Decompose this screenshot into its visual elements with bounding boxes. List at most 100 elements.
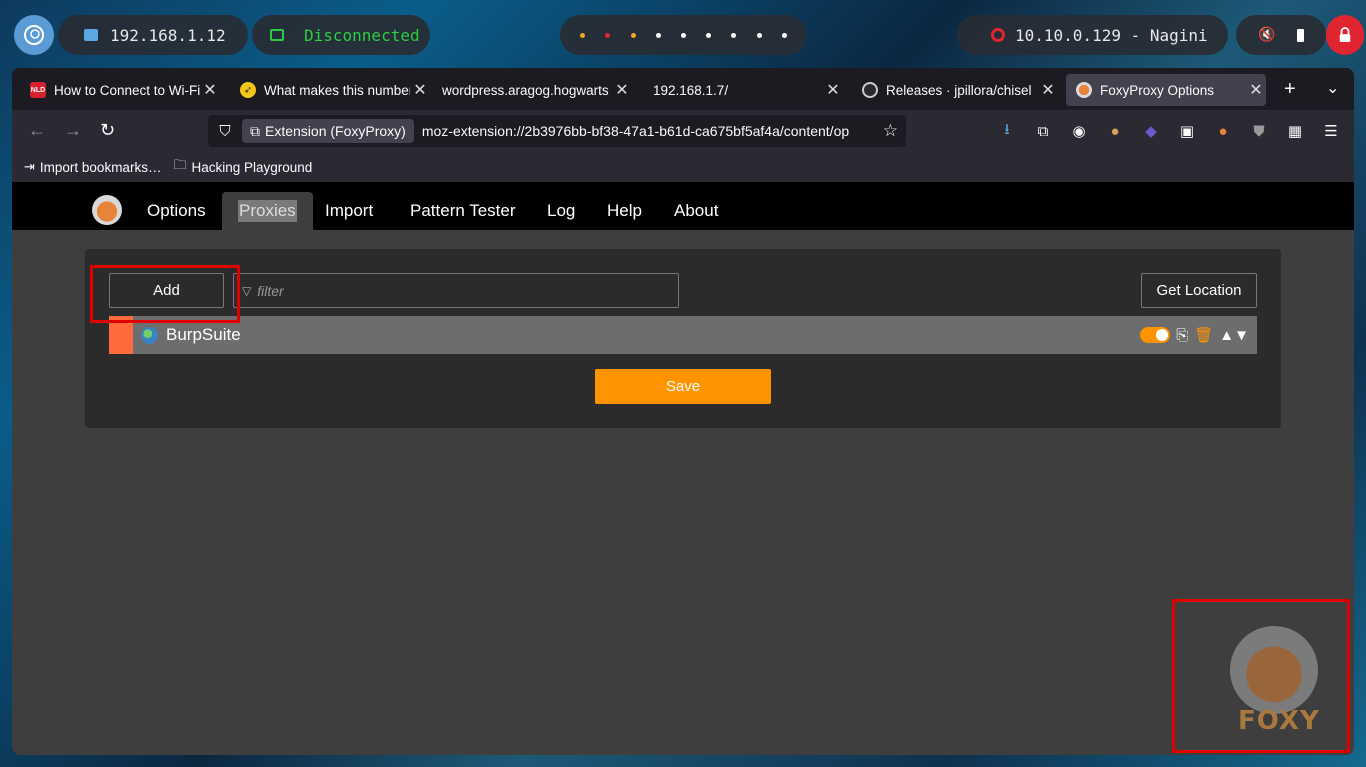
- ublock-icon[interactable]: ⛊: [1248, 120, 1270, 142]
- tab-title: What makes this number: [264, 82, 410, 98]
- close-icon[interactable]: ✕: [823, 80, 843, 100]
- foxyproxy-toolbar-icon[interactable]: ●: [1212, 120, 1234, 142]
- battery-icon[interactable]: [1296, 28, 1304, 42]
- network-icon: [84, 29, 98, 41]
- workspace-dot[interactable]: [756, 32, 762, 38]
- tab-title: Releases · jpillora/chisel: [886, 82, 1032, 98]
- workspace-dot[interactable]: [605, 32, 611, 38]
- tab-options[interactable]: Options: [131, 192, 222, 230]
- tab-wordpress[interactable]: wordpress.aragog.hogwarts ✕: [432, 74, 632, 106]
- tab-ip[interactable]: 192.168.1.7/ ✕: [643, 74, 843, 106]
- forward-icon[interactable]: →: [64, 120, 82, 141]
- distro-logo-icon[interactable]: [14, 15, 54, 55]
- tab-title: FoxyProxy Options: [1100, 82, 1215, 98]
- back-icon[interactable]: ←: [28, 120, 46, 141]
- download-icon[interactable]: ⭳: [996, 120, 1018, 142]
- save-button[interactable]: Save: [595, 369, 771, 404]
- tab-label: Proxies: [238, 200, 297, 222]
- navigation-toolbar: ← → ↻ ⛉ ⧉ Extension (FoxyProxy) moz-exte…: [12, 110, 1354, 152]
- vpn-status-widget: Disconnected: [252, 15, 430, 55]
- tab-label: Import: [325, 201, 374, 220]
- bookmark-hacking-playground[interactable]: 🗀 Hacking Playground: [173, 156, 312, 178]
- lock-icon: [1339, 27, 1351, 42]
- url-bar[interactable]: ⛉ ⧉ Extension (FoxyProxy) moz-extension:…: [208, 115, 906, 147]
- duplicate-icon[interactable]: ⎘: [1176, 327, 1188, 344]
- foxyproxy-icon: [1076, 82, 1092, 98]
- tab-help[interactable]: Help: [591, 192, 658, 230]
- tab-label: Log: [547, 201, 576, 220]
- reload-icon[interactable]: ↻: [100, 120, 115, 141]
- foxyproxy-nav: Options Proxies Import Pattern Tester Lo…: [12, 182, 1354, 230]
- workspace-dot[interactable]: [655, 32, 661, 38]
- browser-window: NLD How to Connect to Wi-Fi ✕ ➶ What mak…: [12, 68, 1354, 755]
- tab-chisel[interactable]: Releases · jpillora/chisel ✕: [852, 74, 1058, 106]
- workspace-switcher[interactable]: [560, 15, 807, 55]
- puzzle-icon: ⧉: [250, 122, 260, 139]
- wappalyzer-icon[interactable]: ◆: [1140, 120, 1162, 142]
- proxy-row[interactable]: BurpSuite ⎘ 🗑 ▲ ▼: [109, 316, 1257, 354]
- filter-icon: ▽: [242, 283, 252, 298]
- workspace-dot[interactable]: [781, 32, 787, 38]
- lock-screen-button[interactable]: [1326, 15, 1364, 55]
- bookmark-import[interactable]: ⇥ Import bookmarks…: [24, 159, 161, 175]
- user-agent-icon[interactable]: ▣: [1176, 120, 1198, 142]
- folder-icon: 🗀: [173, 157, 187, 172]
- get-location-button[interactable]: Get Location: [1141, 273, 1257, 308]
- tab-title: wordpress.aragog.hogwarts: [442, 82, 609, 98]
- url-text[interactable]: moz-extension://2b3976bb-bf38-47a1-b61d-…: [422, 123, 872, 139]
- system-tray[interactable]: 🔇: [1236, 15, 1326, 55]
- workspace-dot[interactable]: [580, 32, 586, 38]
- hacktools-icon[interactable]: ◉: [1068, 120, 1090, 142]
- chevron-down-icon[interactable]: ⌄: [1326, 78, 1339, 98]
- extensions-icon[interactable]: ⧉: [1032, 120, 1054, 142]
- import-icon: ⇥: [24, 159, 35, 174]
- close-icon[interactable]: ✕: [1038, 80, 1058, 100]
- extension-identity-chip[interactable]: ⧉ Extension (FoxyProxy): [242, 119, 414, 143]
- move-up-icon[interactable]: ▲: [1219, 327, 1234, 344]
- target-text: 10.10.0.129 - Nagini: [1015, 25, 1208, 45]
- volume-muted-icon[interactable]: 🔇: [1258, 27, 1275, 43]
- bookmark-label: Hacking Playground: [191, 159, 313, 175]
- annotation-highlight-add: [90, 265, 240, 323]
- workspace-dot[interactable]: [680, 32, 686, 38]
- filter-box[interactable]: ▽: [233, 273, 679, 308]
- target-widget: 10.10.0.129 - Nagini: [957, 15, 1228, 55]
- workspace-dot[interactable]: [706, 32, 712, 38]
- tab-log[interactable]: Log: [531, 192, 591, 230]
- menu-icon[interactable]: ☰: [1320, 120, 1342, 142]
- move-down-icon[interactable]: ▼: [1234, 327, 1249, 344]
- tab-proxies[interactable]: Proxies: [222, 192, 313, 230]
- filter-input[interactable]: [257, 282, 658, 299]
- local-ip-text: 192.168.1.12: [110, 25, 226, 45]
- close-icon[interactable]: ✕: [410, 80, 430, 100]
- extension-chip-label: Extension (FoxyProxy): [265, 123, 406, 139]
- delete-icon[interactable]: 🗑: [1194, 326, 1213, 344]
- close-icon[interactable]: ✕: [1246, 80, 1266, 100]
- proxy-title: BurpSuite: [166, 325, 241, 344]
- laptop-icon: [270, 29, 284, 41]
- tab-number[interactable]: ➶ What makes this number ✕: [230, 74, 430, 106]
- globe-icon: [141, 326, 158, 344]
- github-icon: [862, 82, 878, 98]
- new-tab-icon[interactable]: +: [1284, 78, 1296, 101]
- tab-about[interactable]: About: [658, 192, 734, 230]
- rocket-icon: ➶: [240, 82, 256, 98]
- qr-code-icon[interactable]: ▦: [1284, 120, 1306, 142]
- tab-import[interactable]: Import: [309, 192, 389, 230]
- shield-icon[interactable]: ⛉: [208, 123, 242, 140]
- workspace-dot[interactable]: [731, 32, 737, 38]
- tab-pattern-tester[interactable]: Pattern Tester: [394, 192, 532, 230]
- close-icon[interactable]: ✕: [200, 80, 220, 100]
- proxy-enabled-toggle[interactable]: [1140, 327, 1171, 343]
- annotation-highlight-logo: [1172, 599, 1350, 753]
- cookie-icon[interactable]: ●: [1104, 120, 1126, 142]
- tab-foxyproxy[interactable]: FoxyProxy Options ✕: [1066, 74, 1266, 106]
- tab-wifi[interactable]: NLD How to Connect to Wi-Fi ✕: [20, 74, 220, 106]
- close-icon[interactable]: ✕: [612, 80, 632, 100]
- workspace-dot[interactable]: [630, 32, 636, 38]
- tab-label: About: [674, 201, 719, 220]
- vpn-status-text: Disconnected: [304, 25, 420, 45]
- tab-title: 192.168.1.7/: [653, 82, 729, 98]
- star-icon[interactable]: ☆: [883, 121, 898, 141]
- tab-label: Options: [147, 201, 206, 220]
